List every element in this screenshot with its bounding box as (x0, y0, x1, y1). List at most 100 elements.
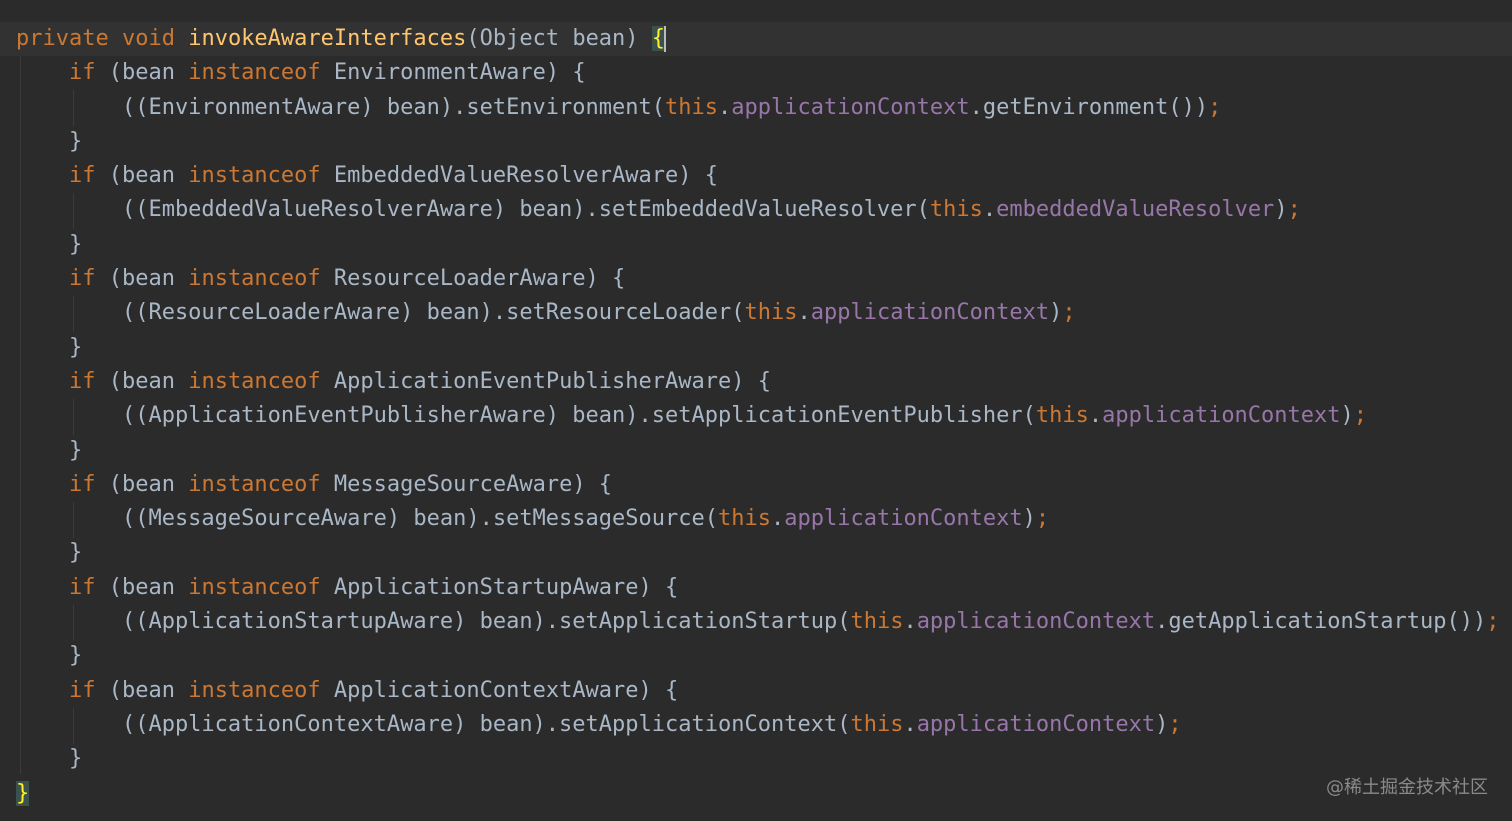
code-line-close-brace[interactable]: } (16, 125, 1500, 159)
watermark: @稀土掘金技术社区 (1326, 777, 1488, 798)
dot: . (982, 197, 997, 223)
code-line-if[interactable]: if (bean instanceof EnvironmentAware) { (16, 56, 1500, 90)
keyword-this: this (718, 506, 771, 532)
code-text: ApplicationContextAware) { (320, 677, 679, 703)
field-reference: applicationContext (810, 300, 1050, 326)
code-text: .getApplicationStartup()) (1155, 609, 1487, 635)
code-line-statement[interactable]: ((ApplicationContextAware) bean).setAppl… (16, 708, 1500, 742)
keyword-void: void (121, 26, 175, 51)
code-text: ((ResourceLoaderAware) bean).setResource… (16, 300, 745, 326)
code-text: ((EmbeddedValueResolverAware) bean).setE… (16, 197, 930, 223)
method-params: (Object bean) (466, 26, 652, 51)
keyword-this: this (744, 300, 798, 326)
field-reference: embeddedValueResolver (996, 197, 1275, 223)
code-text: ) (1340, 403, 1354, 429)
field-reference: applicationContext (731, 94, 970, 120)
keyword-instanceof: instanceof (188, 471, 321, 497)
code-line-statement[interactable]: ((MessageSourceAware) bean).setMessageSo… (16, 502, 1500, 536)
code-text: ApplicationEventPublisherAware) { (320, 368, 771, 394)
method-name: invokeAwareInterfaces (188, 26, 467, 51)
code-text: ((EnvironmentAware) bean).setEnvironment… (16, 94, 666, 120)
close-brace: } (16, 746, 83, 772)
semicolon: ; (1287, 197, 1301, 223)
keyword-this: this (1035, 403, 1089, 429)
close-brace: } (16, 231, 83, 257)
code-text: (bean (95, 60, 189, 86)
keyword-instanceof: instanceof (188, 163, 321, 189)
dot: . (903, 609, 917, 635)
matched-open-brace: { (651, 26, 666, 51)
code-line-close-brace[interactable]: } (16, 434, 1500, 468)
code-content[interactable]: private void invokeAwareInterfaces(Objec… (16, 22, 1500, 811)
close-brace: } (16, 643, 83, 669)
keyword-this: this (850, 609, 904, 635)
code-line-if[interactable]: if (bean instanceof ApplicationEventPubl… (16, 365, 1500, 399)
text-caret (664, 26, 667, 52)
code-text: (bean (95, 677, 189, 703)
code-text: ((MessageSourceAware) bean).setMessageSo… (16, 506, 718, 532)
code-text: ((ApplicationEventPublisherAware) bean).… (16, 403, 1036, 429)
code-line-method-close[interactable]: } (16, 777, 1500, 811)
code-line-if[interactable]: if (bean instanceof ResourceLoaderAware)… (16, 262, 1500, 296)
code-line-statement[interactable]: ((ResourceLoaderAware) bean).setResource… (16, 296, 1500, 330)
code-line-close-brace[interactable]: } (16, 639, 1500, 673)
keyword-if: if (68, 471, 96, 497)
code-text: EnvironmentAware) { (320, 60, 586, 86)
close-brace: } (16, 437, 83, 463)
keyword-instanceof: instanceof (188, 60, 321, 86)
code-text: ResourceLoaderAware) { (320, 266, 626, 292)
code-text: ) (1049, 300, 1063, 326)
keyword-this: this (929, 197, 983, 223)
matched-close-brace: } (16, 780, 30, 806)
keyword-if: if (68, 677, 96, 703)
code-text: (bean (95, 471, 189, 497)
code-text: ((ApplicationContextAware) bean).setAppl… (16, 711, 851, 737)
keyword-if: if (68, 266, 96, 292)
code-line-statement[interactable]: ((EnvironmentAware) bean).setEnvironment… (16, 91, 1500, 125)
code-text: (bean (95, 163, 189, 189)
semicolon: ; (1062, 300, 1076, 326)
keyword-instanceof: instanceof (188, 677, 321, 703)
code-line-close-brace[interactable]: } (16, 742, 1500, 776)
code-line-close-brace[interactable]: } (16, 228, 1500, 262)
code-line-if[interactable]: if (bean instanceof ApplicationStartupAw… (16, 571, 1500, 605)
code-text: ((ApplicationStartupAware) bean).setAppl… (16, 609, 851, 635)
keyword-this: this (665, 94, 718, 120)
keyword-this: this (850, 711, 904, 737)
code-text: ) (1022, 506, 1036, 532)
code-line-if[interactable]: if (bean instanceof MessageSourceAware) … (16, 468, 1500, 502)
code-editor[interactable]: private void invokeAwareInterfaces(Objec… (0, 0, 1512, 821)
keyword-private: private (16, 26, 109, 51)
code-line-statement[interactable]: ((ApplicationStartupAware) bean).setAppl… (16, 605, 1500, 639)
code-line-if[interactable]: if (bean instanceof EmbeddedValueResolve… (16, 159, 1500, 193)
keyword-if: if (68, 368, 96, 394)
code-text: .getEnvironment()) (969, 94, 1209, 120)
code-line-close-brace[interactable]: } (16, 536, 1500, 570)
code-line-statement[interactable]: ((EmbeddedValueResolverAware) bean).setE… (16, 193, 1500, 227)
dot: . (903, 711, 917, 737)
dot: . (718, 94, 732, 120)
dot: . (1088, 403, 1103, 429)
keyword-instanceof: instanceof (188, 574, 321, 600)
keyword-instanceof: instanceof (188, 266, 321, 292)
dot: . (770, 506, 785, 532)
field-reference: applicationContext (916, 711, 1156, 737)
code-line-if[interactable]: if (bean instanceof ApplicationContextAw… (16, 674, 1500, 708)
code-line-method-signature[interactable]: private void invokeAwareInterfaces(Objec… (16, 22, 1500, 56)
semicolon: ; (1486, 609, 1500, 635)
field-reference: applicationContext (1102, 403, 1341, 429)
dot: . (797, 300, 811, 326)
keyword-if: if (68, 574, 96, 600)
keyword-if: if (68, 60, 96, 86)
code-line-statement[interactable]: ((ApplicationEventPublisherAware) bean).… (16, 399, 1500, 433)
code-line-close-brace[interactable]: } (16, 331, 1500, 365)
code-text: ) (1155, 711, 1169, 737)
close-brace: } (16, 128, 83, 154)
field-reference: applicationContext (784, 506, 1023, 532)
